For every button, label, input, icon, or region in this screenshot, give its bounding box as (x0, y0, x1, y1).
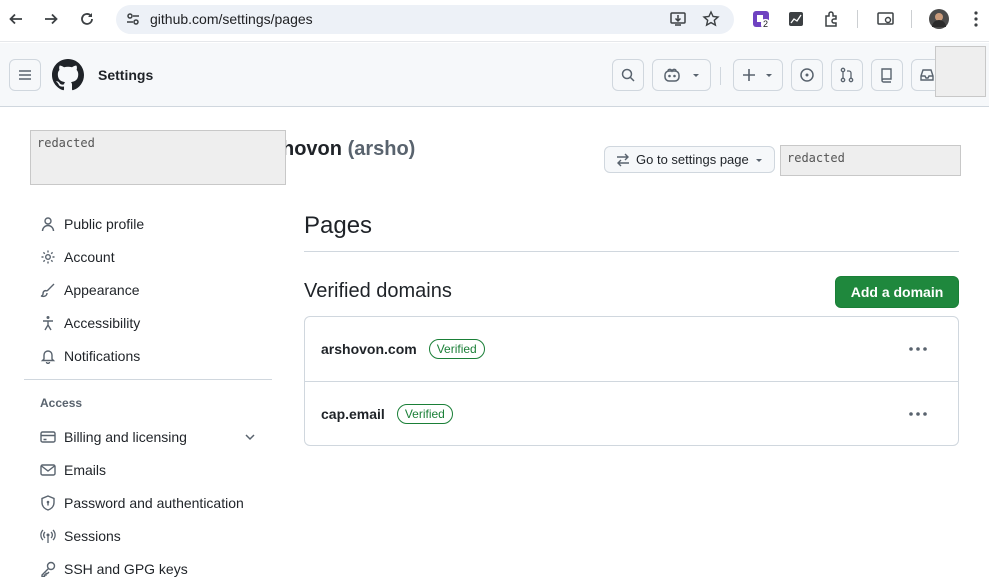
copilot-icon (663, 68, 680, 82)
extension-count: 2 (761, 19, 771, 29)
account-display-name: hovon (282, 138, 342, 160)
create-new-button[interactable] (733, 59, 783, 91)
header-divider (720, 67, 721, 85)
toolbar-separator (911, 10, 912, 28)
section-title-verified-domains: Verified domains (304, 280, 452, 302)
github-logo-icon[interactable] (52, 59, 84, 91)
sidebar-item-label: Notifications (64, 348, 141, 364)
chevron-down-icon (755, 158, 762, 162)
github-header: Settings (0, 43, 989, 107)
person-icon (41, 217, 55, 232)
sidebar-item-public-profile[interactable]: Public profile (40, 210, 144, 238)
gear-icon (41, 250, 55, 264)
credit-card-icon (40, 431, 56, 443)
domain-name: cap.email (321, 405, 385, 422)
verified-badge: Verified (396, 403, 453, 424)
key-icon (41, 561, 56, 577)
sidebar-item-label: Account (64, 249, 115, 265)
sidebar-item-label: Password and authentication (64, 495, 244, 511)
sidebar-item-label: Sessions (64, 528, 121, 544)
issue-opened-icon (800, 68, 814, 82)
toolbar-separator (857, 10, 858, 28)
sidebar-item-label: Appearance (64, 282, 140, 298)
reload-icon[interactable] (75, 7, 99, 31)
chevron-down-icon[interactable] (244, 431, 256, 443)
account-name-heading: hovon (arsho) (282, 138, 415, 161)
redacted-user-avatar[interactable] (935, 46, 986, 97)
kebab-horizontal-icon (909, 347, 927, 351)
domain-name: arshovon.com (321, 341, 417, 357)
page-title-divider (304, 251, 959, 252)
install-app-icon[interactable] (669, 10, 687, 28)
account-login: (arsho) (347, 138, 416, 160)
browser-toolbar: github.com/settings/pages 2 (0, 0, 989, 42)
sidebar-item-sessions[interactable]: Sessions (40, 522, 121, 550)
copilot-button[interactable] (652, 59, 711, 91)
pull-requests-button[interactable] (831, 59, 863, 91)
paintbrush-icon (40, 283, 55, 298)
bookmark-star-icon[interactable] (702, 10, 720, 28)
extension-badge-icon[interactable]: 2 (751, 9, 771, 29)
side-panel-search-icon[interactable] (876, 9, 896, 29)
address-bar[interactable]: github.com/settings/pages (116, 5, 734, 34)
shield-lock-icon (41, 495, 55, 511)
hamburger-icon (19, 70, 31, 80)
sidebar-item-label: Emails (64, 462, 107, 478)
url-text[interactable]: github.com/settings/pages (150, 11, 313, 27)
chevron-down-icon (766, 74, 772, 77)
sidebar-item-accessibility[interactable]: Accessibility (40, 309, 140, 337)
redacted-avatar-block: redacted (30, 130, 286, 185)
sidebar-item-billing[interactable]: Billing and licensing (40, 423, 256, 451)
redacted-search-field[interactable]: redacted (780, 145, 961, 176)
sidebar-item-label: Accessibility (64, 315, 141, 331)
sidebar-item-label: Public profile (64, 216, 145, 232)
add-domain-button[interactable]: Add a domain (835, 276, 959, 308)
sidebar-item-notifications[interactable]: Notifications (40, 342, 140, 370)
chevron-down-icon (692, 74, 699, 77)
sidebar-item-label: SSH and GPG keys (64, 561, 188, 577)
sidebar-item-ssh-gpg[interactable]: SSH and GPG keys (40, 555, 188, 583)
sidebar-item-appearance[interactable]: Appearance (40, 276, 140, 304)
git-pull-request-icon (840, 67, 854, 83)
sidebar-item-emails[interactable]: Emails (40, 456, 106, 484)
domain-options-button[interactable] (906, 404, 930, 424)
bell-icon (40, 350, 56, 364)
inbox-icon (920, 69, 934, 81)
sidebar-divider (24, 379, 272, 380)
page-title: Pages (304, 212, 373, 239)
plus-icon (743, 69, 755, 81)
page-context-title[interactable]: Settings (98, 67, 153, 83)
repositories-button[interactable] (871, 59, 903, 91)
sidebar-item-label: Billing and licensing (64, 429, 187, 445)
go-to-settings-button[interactable]: Go to settings page (604, 146, 775, 173)
accessibility-icon (43, 316, 53, 331)
issues-button[interactable] (791, 59, 823, 91)
back-icon[interactable] (4, 7, 28, 31)
search-button[interactable] (612, 59, 644, 91)
domain-options-button[interactable] (906, 339, 930, 359)
repo-icon (881, 68, 892, 83)
go-to-settings-label: Go to settings page (636, 152, 749, 167)
site-settings-icon[interactable] (125, 11, 141, 27)
sidebar-item-account[interactable]: Account (40, 243, 115, 271)
puzzle-extensions-icon[interactable] (822, 9, 842, 29)
kebab-horizontal-icon (909, 412, 927, 416)
verified-badge: Verified (428, 339, 485, 359)
search-icon (621, 68, 635, 82)
hamburger-menu-button[interactable] (9, 59, 41, 91)
browser-menu-icon[interactable] (966, 9, 986, 29)
domain-row: arshovon.com Verified (305, 317, 958, 381)
broadcast-icon (40, 529, 56, 543)
verified-domains-list: arshovon.com Verified cap.email Verified (304, 316, 959, 446)
sidebar-heading-access: Access (40, 396, 83, 410)
mail-icon (40, 464, 56, 476)
profile-avatar[interactable] (929, 9, 949, 29)
arrow-switch-icon (617, 153, 629, 166)
domain-row: cap.email Verified (305, 381, 958, 445)
forward-icon[interactable] (39, 7, 63, 31)
sidebar-item-password[interactable]: Password and authentication (40, 489, 244, 517)
chart-extension-icon[interactable] (786, 9, 806, 29)
